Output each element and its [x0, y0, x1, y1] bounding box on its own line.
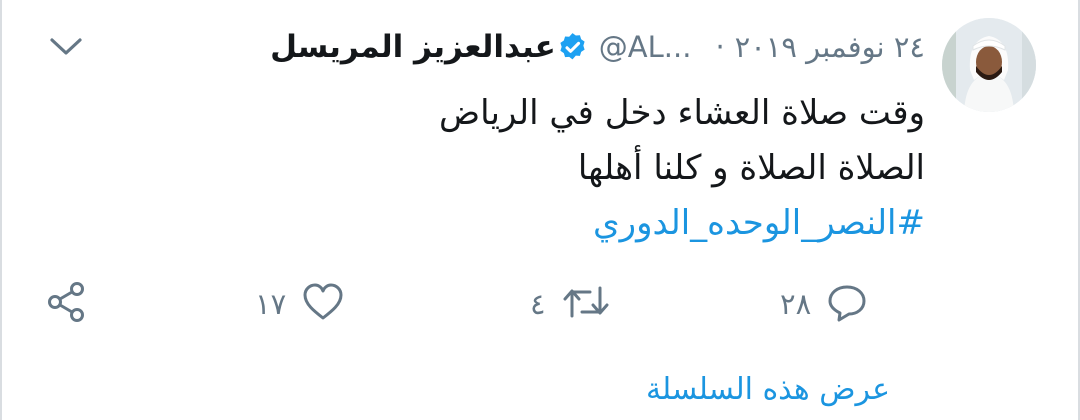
- share-button[interactable]: [45, 280, 89, 328]
- author-handle[interactable]: @AL...: [599, 30, 692, 64]
- like-icon: [300, 280, 346, 328]
- reply-button[interactable]: ٢٨: [780, 280, 869, 328]
- retweet-button[interactable]: ٤: [530, 280, 612, 328]
- avatar[interactable]: [942, 18, 1036, 112]
- left-border: [0, 0, 2, 420]
- show-thread-link[interactable]: عرض هذه السلسلة: [646, 372, 890, 407]
- tweet-header: عبدالعزيز المريسل @AL... · ٢٤ نوفمبر ٢٠١…: [270, 22, 925, 72]
- tweet-date[interactable]: ٢٤ نوفمبر ٢٠١٩: [735, 30, 925, 64]
- author-name[interactable]: عبدالعزيز المريسل: [270, 29, 556, 65]
- tweet-line-2: الصلاة الصلاة و كلنا أهلها: [577, 148, 925, 188]
- reply-count: ٢٨: [780, 287, 812, 321]
- more-options-button[interactable]: [44, 30, 88, 62]
- tweet-text: وقت صلاة العشاء دخل في الرياض الصلاة الص…: [365, 86, 925, 251]
- verified-badge-icon: [556, 31, 589, 64]
- like-count: ١٧: [255, 287, 287, 321]
- retweet-icon: [560, 280, 612, 328]
- tweet-actions: ٢٨ ٤ ١٧: [0, 272, 1080, 332]
- chevron-down-icon: [44, 38, 88, 66]
- hashtag-link[interactable]: #النصر_الوحده_الدوري: [365, 196, 925, 251]
- separator-dot: ·: [715, 30, 725, 64]
- tweet-line-1: وقت صلاة العشاء دخل في الرياض: [439, 93, 925, 133]
- like-button[interactable]: ١٧: [255, 280, 346, 328]
- share-icon: [45, 280, 89, 328]
- retweet-count: ٤: [530, 287, 546, 321]
- reply-icon: [825, 280, 869, 328]
